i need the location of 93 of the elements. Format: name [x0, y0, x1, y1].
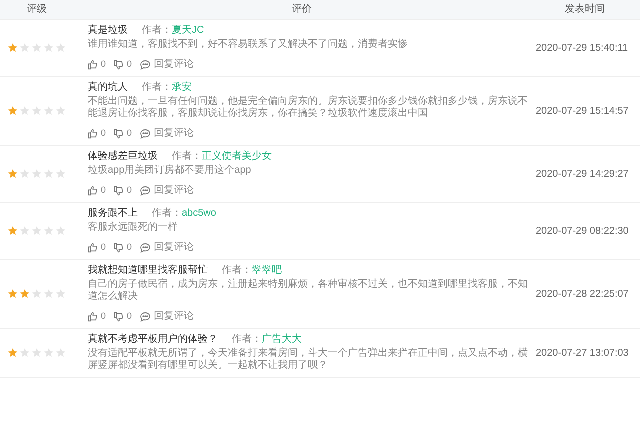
- filled-star-icon: [8, 43, 18, 53]
- author-link[interactable]: 夏天JC: [172, 25, 204, 37]
- like-count: 0: [101, 58, 106, 72]
- review-title: 真就不考虑平板用户的体验？: [88, 334, 218, 346]
- comment-icon[interactable]: [140, 312, 152, 322]
- post-date: 2020-07-29 14:29:27: [536, 168, 629, 182]
- filled-star-icon: [8, 226, 18, 236]
- empty-star-icon: [20, 106, 30, 116]
- author-label: 作者：: [232, 334, 262, 346]
- author-label: 作者：: [172, 151, 202, 163]
- thumbs-down-icon[interactable]: [114, 312, 124, 322]
- column-header: 评级: [26, 4, 48, 16]
- author-link[interactable]: 广告大大: [262, 334, 302, 346]
- empty-star-icon: [56, 169, 66, 179]
- empty-star-icon: [56, 226, 66, 236]
- review-text: 自己的房子做民宿，成为房东，注册起来特别麻烦，各种审核不过关，也不知道到哪里找客服，不知道怎么解决: [88, 279, 529, 303]
- author-label: 作者：: [152, 208, 182, 220]
- empty-star-icon: [56, 43, 66, 53]
- review-text: 不能出问题，一旦有任何问题，他是完全偏向房东的。房东说要扣你多少钱你就扣多少钱，房东说不能退房让你找客服，客服却说让你找房东，你在搞笑？垃圾软件速度滚出中国: [88, 96, 529, 120]
- post-date: 2020-07-29 15:14:57: [536, 104, 629, 118]
- review-title: 真的坑人: [88, 82, 128, 94]
- thumbs-up-icon[interactable]: [88, 60, 98, 70]
- reply-link[interactable]: 回复评论: [154, 242, 194, 254]
- review-title: 我就想知道哪里找客服帮忙: [88, 265, 208, 277]
- filled-star-icon: [20, 289, 30, 299]
- empty-star-icon: [20, 169, 30, 179]
- author-label: 作者：: [222, 265, 252, 277]
- like-count: 0: [101, 127, 106, 140]
- post-date: 2020-07-27 13:07:03: [536, 346, 629, 360]
- comment-icon[interactable]: [140, 186, 152, 196]
- dislike-count: 0: [127, 184, 132, 198]
- comment-icon[interactable]: [140, 243, 152, 253]
- like-count: 0: [101, 184, 106, 198]
- empty-star-icon: [44, 289, 54, 299]
- empty-star-icon: [32, 226, 42, 236]
- thumbs-up-icon[interactable]: [88, 186, 98, 196]
- filled-star-icon: [8, 289, 18, 299]
- empty-star-icon: [32, 348, 42, 358]
- post-date: 2020-07-28 22:25:07: [536, 288, 629, 302]
- thumbs-up-icon[interactable]: [88, 243, 98, 253]
- review-text: 垃圾app用美团订房都不要用这个app: [88, 165, 252, 177]
- empty-star-icon: [32, 289, 42, 299]
- thumbs-down-icon[interactable]: [114, 60, 124, 70]
- reply-link[interactable]: 回复评论: [154, 59, 194, 71]
- empty-star-icon: [56, 289, 66, 299]
- thumbs-down-icon[interactable]: [114, 186, 124, 196]
- review-text: 没有适配平板就无所谓了，今天准备打来看房间，斗大一个广告弹出来拦在正中间，点又点不动，横屏竖屏都没看到有哪里可以关。一起就不让我用了呗？: [88, 348, 529, 372]
- empty-star-icon: [44, 43, 54, 53]
- thumbs-up-icon[interactable]: [88, 312, 98, 322]
- empty-star-icon: [44, 106, 54, 116]
- like-count: 0: [101, 241, 106, 254]
- filled-star-icon: [8, 169, 18, 179]
- author-link[interactable]: abc5wo: [182, 208, 216, 220]
- empty-star-icon: [56, 106, 66, 116]
- review-title: 体验感差巨垃圾: [88, 151, 158, 163]
- author-label: 作者：: [142, 82, 172, 94]
- thumbs-down-icon[interactable]: [114, 129, 124, 139]
- author-link[interactable]: 翠翠吧: [252, 265, 282, 277]
- reply-link[interactable]: 回复评论: [154, 311, 194, 323]
- dislike-count: 0: [127, 241, 132, 254]
- review-title: 服务跟不上: [88, 208, 138, 220]
- post-date: 2020-07-29 08:22:30: [536, 224, 629, 238]
- empty-star-icon: [20, 43, 30, 53]
- author-label: 作者：: [142, 25, 172, 37]
- like-count: 0: [101, 310, 106, 324]
- thumbs-up-icon[interactable]: [88, 129, 98, 139]
- review-title: 真是垃圾: [88, 25, 128, 37]
- empty-star-icon: [44, 348, 54, 358]
- thumbs-down-icon[interactable]: [114, 243, 124, 253]
- reply-link[interactable]: 回复评论: [154, 185, 194, 197]
- empty-star-icon: [20, 226, 30, 236]
- post-date: 2020-07-29 15:40:11: [536, 42, 628, 56]
- empty-star-icon: [32, 106, 42, 116]
- comment-icon[interactable]: [140, 129, 152, 139]
- empty-star-icon: [44, 226, 54, 236]
- dislike-count: 0: [127, 127, 132, 140]
- author-link[interactable]: 承安: [172, 82, 192, 94]
- review-text: 客服永远跟死的一样: [88, 222, 179, 234]
- empty-star-icon: [44, 169, 54, 179]
- reply-link[interactable]: 回复评论: [154, 128, 194, 140]
- filled-star-icon: [8, 348, 18, 358]
- dislike-count: 0: [127, 310, 132, 324]
- author-link[interactable]: 正义使者美少女: [202, 151, 272, 163]
- dislike-count: 0: [127, 58, 132, 72]
- empty-star-icon: [32, 169, 42, 179]
- filled-star-icon: [8, 106, 18, 116]
- empty-star-icon: [56, 348, 66, 358]
- comment-icon[interactable]: [140, 60, 152, 70]
- column-header: 发表时间: [564, 4, 606, 16]
- empty-star-icon: [20, 348, 30, 358]
- column-header: 评价: [291, 4, 313, 16]
- empty-star-icon: [32, 43, 42, 53]
- review-text: 谁用谁知道，客服找不到，好不容易联系了又解决不了问题，消费者实惨: [88, 39, 409, 51]
